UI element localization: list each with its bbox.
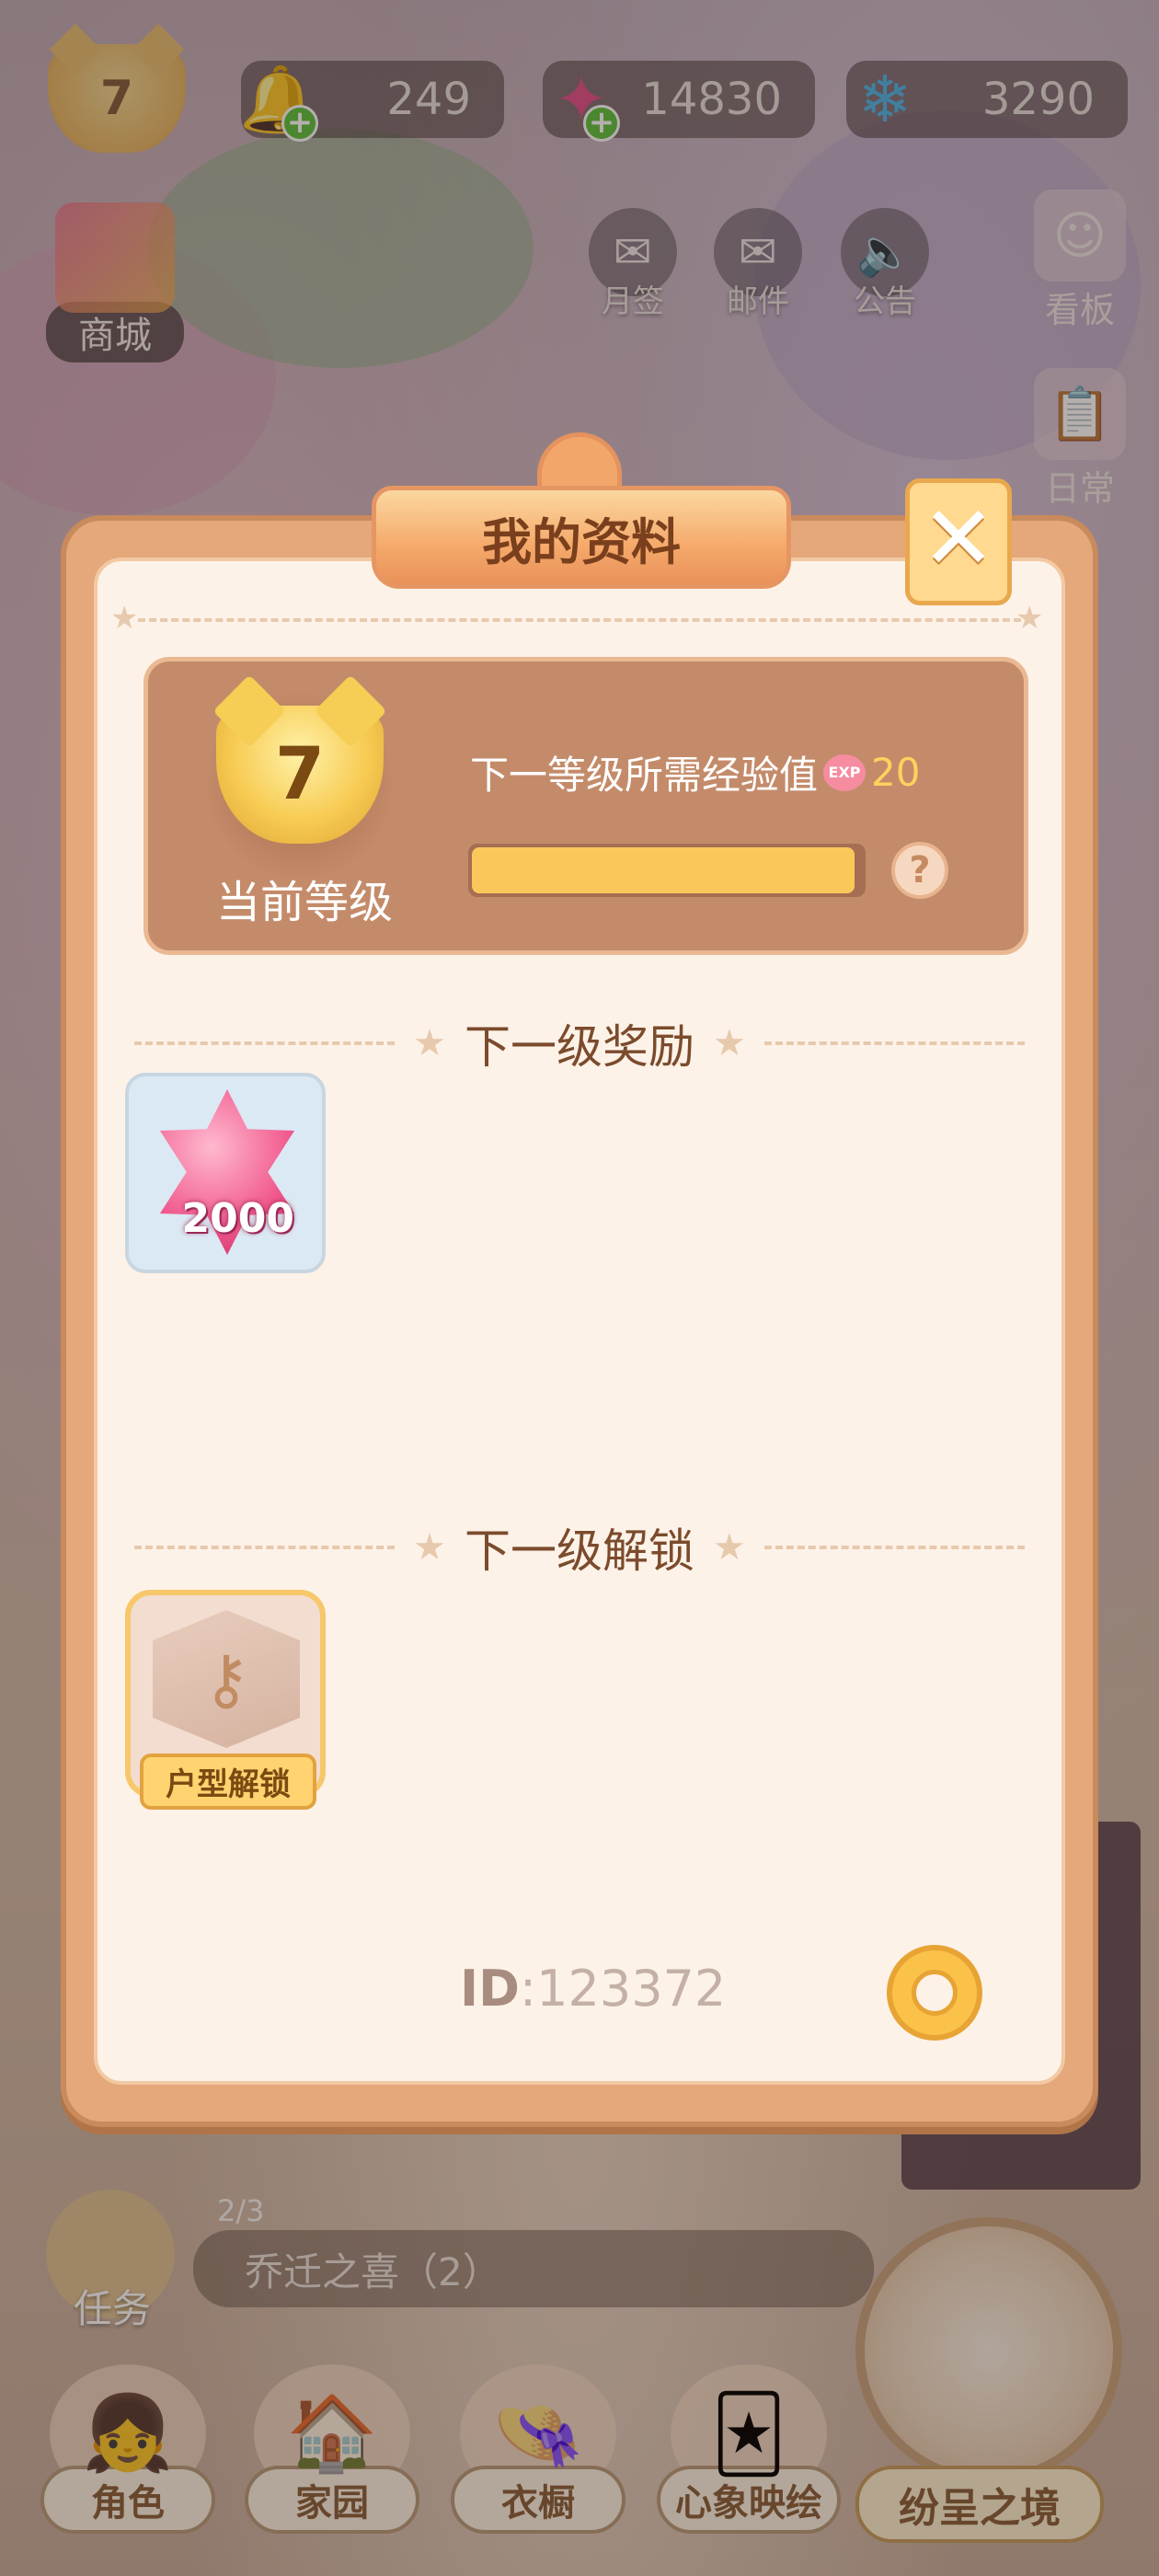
star-icon: ★ [413, 1022, 446, 1064]
modal-title: 我的资料 [372, 486, 791, 589]
reward-section-header: ★ 下一级奖励 ★ [134, 1010, 1025, 1076]
close-button[interactable]: ✕ [905, 478, 1012, 605]
next-exp-value: 20 [871, 750, 921, 795]
current-level-label: 当前等级 [215, 877, 393, 928]
help-button[interactable]: ? [891, 842, 948, 899]
unlock-section-title: 下一级解锁 [465, 1524, 694, 1578]
house-key-box-icon: ⚷ [153, 1610, 300, 1748]
next-exp-row: 下一等级所需经验值 EXP 20 [470, 744, 920, 800]
star-icon: ★ [713, 1022, 746, 1064]
player-id-value: 123372 [536, 1960, 727, 2018]
reward-section-title: 下一级奖励 [465, 1020, 694, 1074]
player-id-separator: : [519, 1960, 537, 2018]
star-icon: ★ [1016, 600, 1044, 637]
divider [763, 1041, 1025, 1045]
modal-title-text: 我的资料 [482, 512, 681, 571]
star-icon: ★ [713, 1526, 746, 1569]
player-id: ID:123372 [460, 1960, 726, 2018]
divider [134, 1546, 396, 1549]
exp-icon: EXP [823, 753, 866, 791]
settings-gear-icon[interactable] [887, 1945, 982, 2041]
player-id-label: ID [460, 1960, 520, 2018]
next-exp-label: 下一等级所需经验值 [470, 753, 819, 798]
divider [763, 1546, 1025, 1549]
cat-ear-right [314, 674, 387, 748]
exp-progress-bar [468, 844, 866, 897]
reward-item[interactable]: 2000 [125, 1073, 326, 1273]
unlock-section-header: ★ 下一级解锁 ★ [134, 1514, 1025, 1581]
unlock-item[interactable]: ⚷ 户型解锁 [125, 1590, 326, 1810]
unlock-label: 户型解锁 [140, 1754, 316, 1810]
exp-progress-fill [472, 847, 855, 893]
star-icon: ★ [110, 600, 139, 637]
level-card: 7 当前等级 下一等级所需经验值 EXP 20 ? [143, 657, 1028, 955]
star-icon: ★ [413, 1526, 446, 1569]
current-level-value: 7 [274, 733, 326, 816]
top-divider [138, 618, 1021, 622]
divider [134, 1041, 396, 1045]
reward-amount: 2000 [181, 1195, 294, 1242]
current-level-badge: 7 [212, 674, 387, 844]
